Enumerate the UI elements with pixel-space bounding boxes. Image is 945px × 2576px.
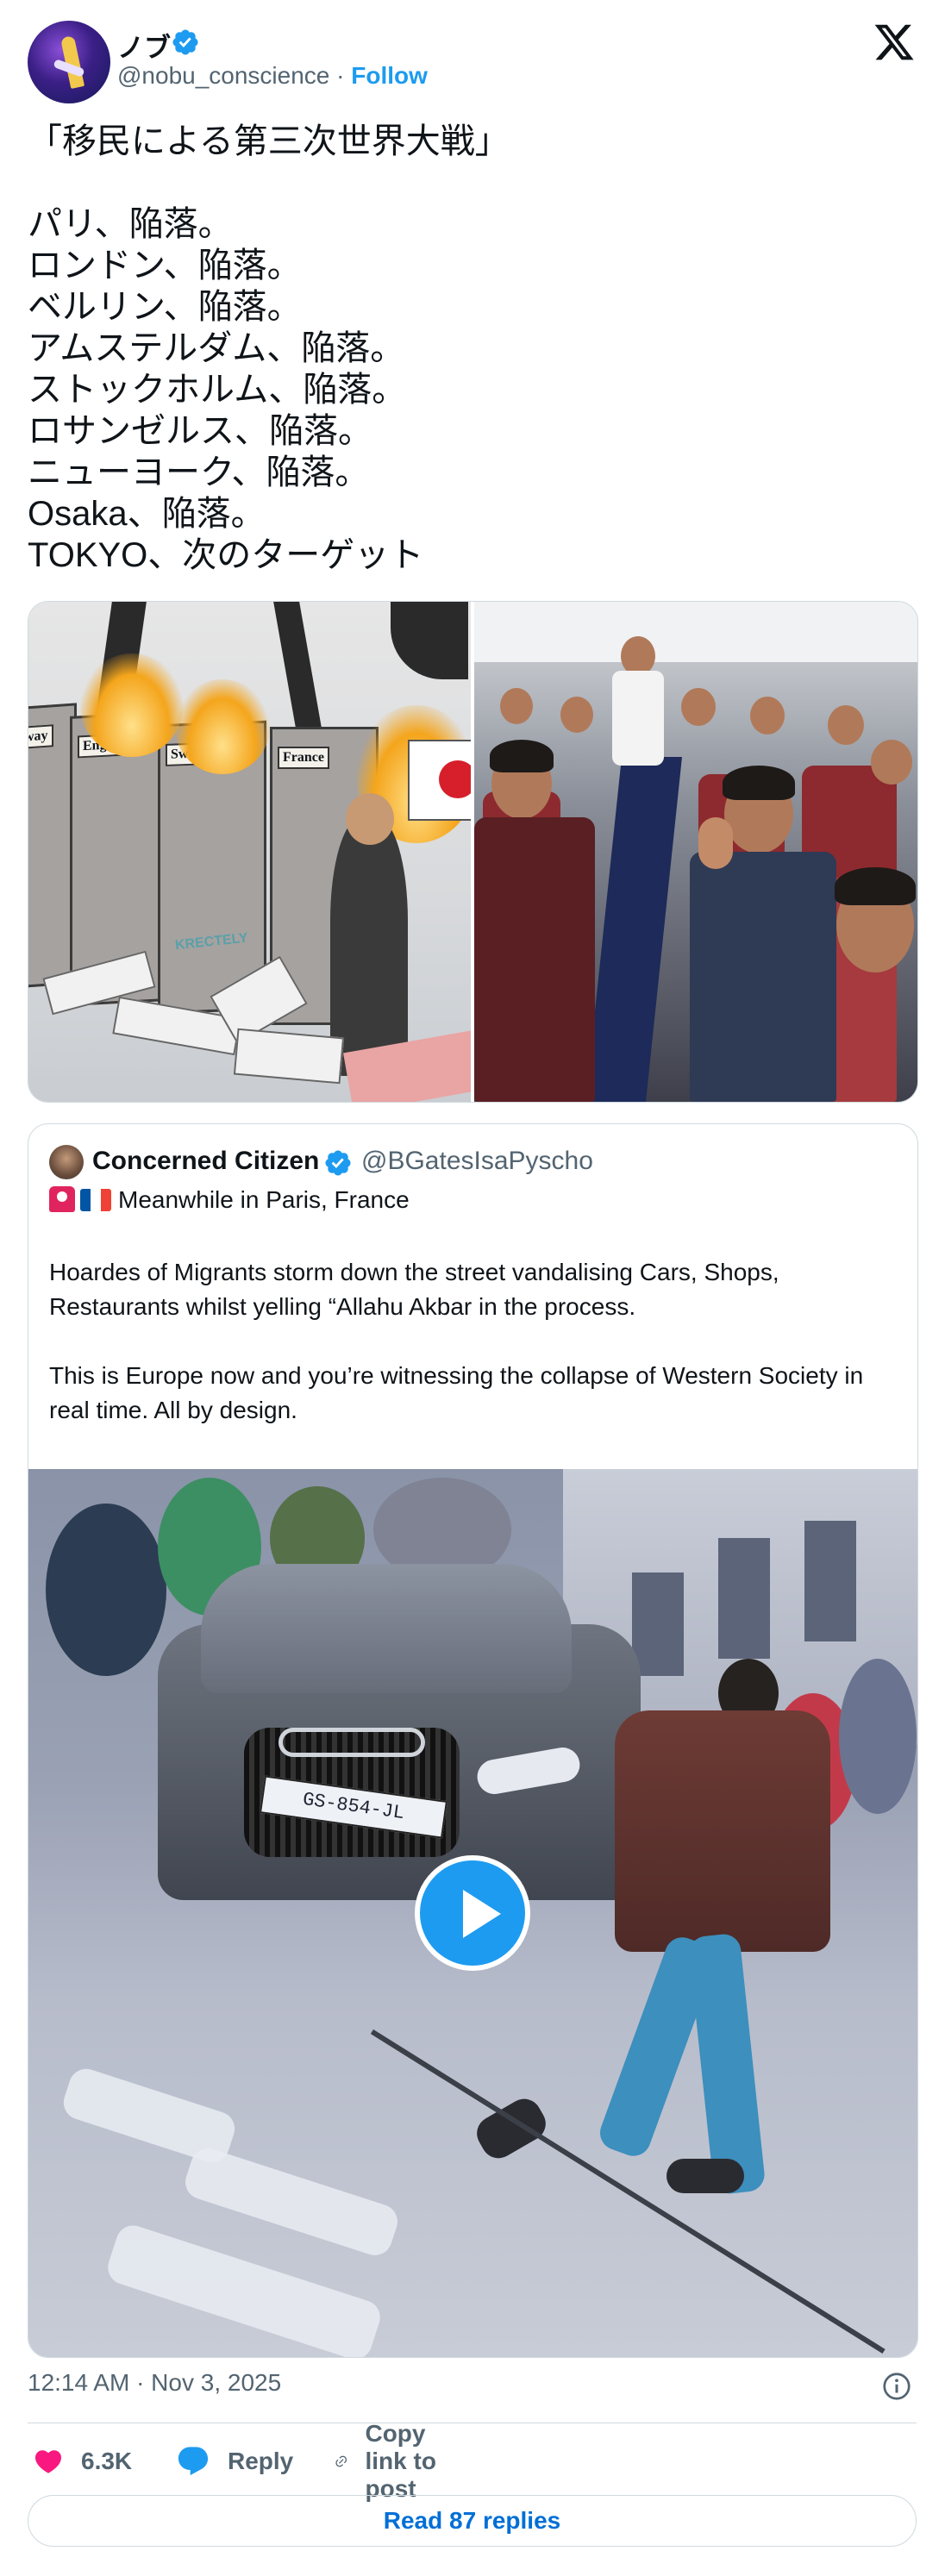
- cartoon-image[interactable]: way England Sweden France KRECTELY: [28, 602, 471, 1102]
- info-icon[interactable]: [881, 2371, 912, 2402]
- x-logo-icon[interactable]: [873, 21, 916, 64]
- siren-emoji-icon: [49, 1186, 75, 1212]
- like-count: 6.3K: [81, 2448, 133, 2474]
- airplane-photo[interactable]: [474, 602, 917, 1102]
- quoted-body-text: Hoardes of Migrants storm down the stree…: [49, 1259, 864, 1423]
- author-name[interactable]: ノブ: [117, 26, 171, 65]
- quoted-author-name[interactable]: Concerned Citizen: [92, 1147, 319, 1176]
- verified-badge-icon: [325, 1150, 351, 1176]
- post-timestamp[interactable]: 12:14 AM · Nov 3, 2025: [28, 2369, 281, 2397]
- reply-bubble-icon: [178, 2447, 209, 2476]
- media-grid: way England Sweden France KRECTELY: [28, 601, 918, 1103]
- link-icon: [335, 2455, 347, 2467]
- play-icon[interactable]: [415, 1855, 530, 1971]
- author-handle[interactable]: @nobu_conscience: [117, 62, 329, 89]
- author-handle-row: @nobu_conscience · Follow: [117, 62, 428, 90]
- quoted-post[interactable]: Concerned Citizen @BGatesIsaPyscho Meanw…: [28, 1123, 918, 2358]
- door-label: way: [28, 724, 53, 750]
- quoted-first-line: Meanwhile in Paris, France: [49, 1186, 410, 1214]
- like-button[interactable]: 6.3K: [33, 2440, 132, 2483]
- heart-icon: [34, 2450, 62, 2473]
- post-text: 「移民による第三次世界大戦」 パリ、陥落。 ロンドン、陥落。 ベルリン、陥落。 …: [28, 122, 510, 574]
- reply-button[interactable]: Reply: [176, 2440, 293, 2483]
- quoted-author-avatar[interactable]: [49, 1145, 84, 1179]
- copy-link-button[interactable]: Copy link to post: [335, 2420, 445, 2502]
- door-label: France: [278, 747, 329, 769]
- quoted-video[interactable]: GS-854-JL: [28, 1469, 917, 2357]
- read-replies-button[interactable]: Read 87 replies: [28, 2495, 917, 2547]
- read-replies-label: Read 87 replies: [383, 2507, 561, 2534]
- verified-badge-icon: [172, 29, 198, 55]
- quoted-headline: Meanwhile in Paris, France: [118, 1186, 410, 1213]
- handle-separator: ·: [336, 62, 345, 89]
- copy-link-label: Copy link to post: [365, 2420, 436, 2502]
- author-avatar[interactable]: [28, 21, 110, 103]
- follow-button[interactable]: Follow: [351, 62, 428, 89]
- reply-label: Reply: [228, 2448, 294, 2474]
- quoted-author-handle[interactable]: @BGatesIsaPyscho: [361, 1147, 593, 1176]
- france-flag-icon: [80, 1189, 111, 1211]
